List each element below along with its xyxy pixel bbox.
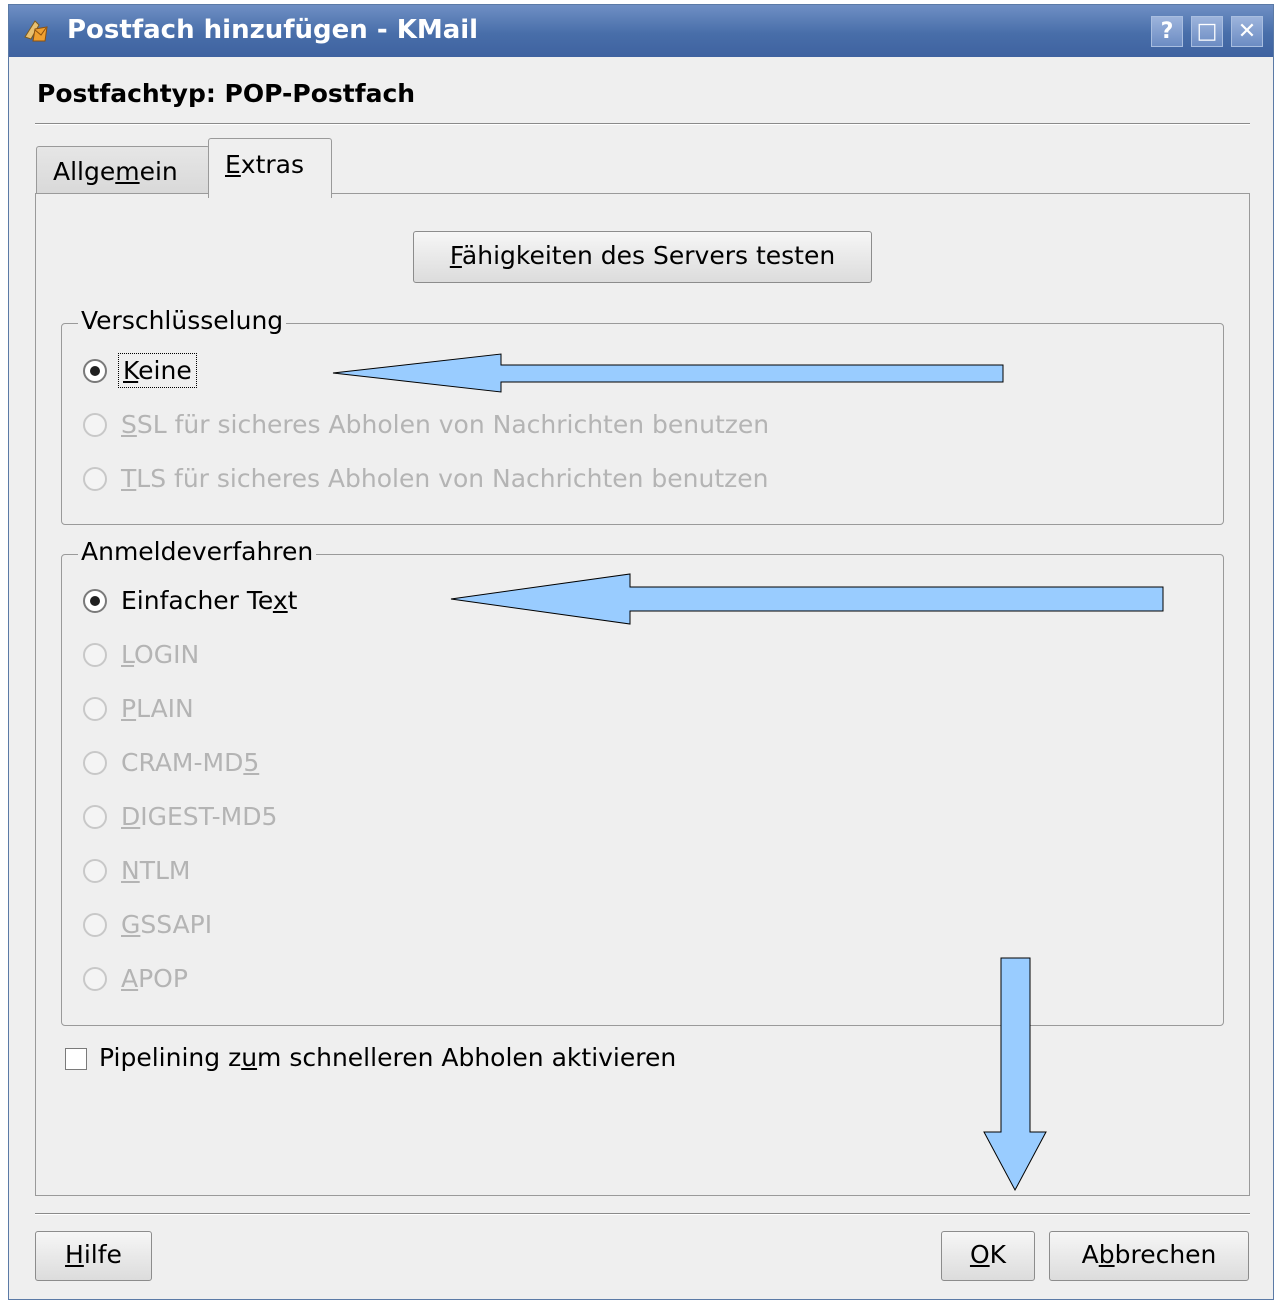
tab-extras[interactable]: Extras <box>208 138 332 198</box>
arrow-down-icon <box>983 957 1047 1192</box>
arrow-left-icon <box>332 353 1004 393</box>
dialog-window: Postfach hinzufügen - KMail ? □ ✕ Postfa… <box>8 4 1274 1300</box>
arrow-left-icon <box>450 573 1164 625</box>
annotation-arrows <box>332 353 1164 1192</box>
